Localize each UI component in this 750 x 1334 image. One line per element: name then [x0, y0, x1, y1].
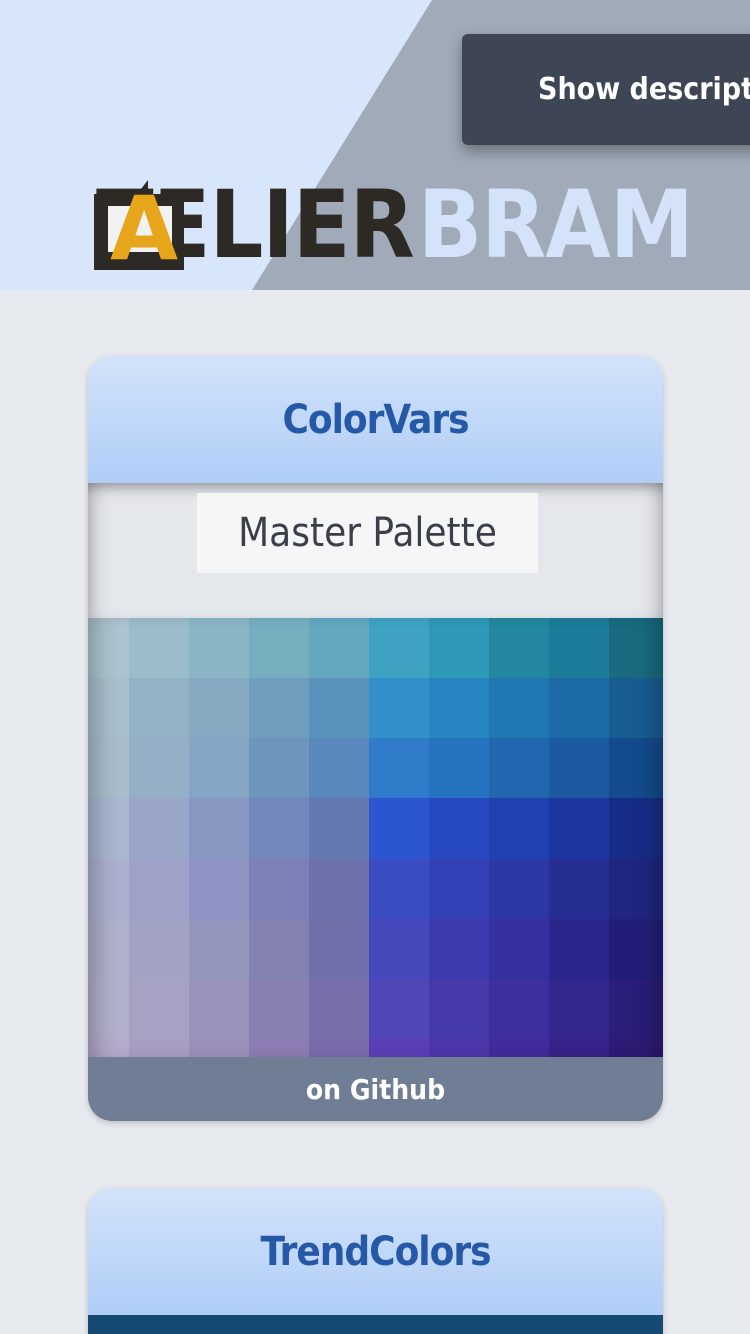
color-swatch[interactable]	[429, 979, 489, 1039]
colorvars-card: ColorVars Master Palette on Github	[88, 356, 663, 1121]
color-swatch[interactable]	[429, 919, 489, 979]
color-swatch[interactable]	[549, 678, 609, 738]
color-swatch[interactable]	[249, 678, 309, 738]
github-link[interactable]: on Github	[88, 1057, 663, 1121]
color-swatch[interactable]	[129, 979, 189, 1039]
color-swatch[interactable]	[429, 738, 489, 798]
color-swatch[interactable]	[369, 678, 429, 738]
color-swatch[interactable]	[369, 1039, 429, 1057]
color-swatch[interactable]	[88, 618, 129, 678]
color-swatch-grid	[88, 618, 663, 1057]
color-swatch[interactable]	[609, 618, 663, 678]
color-swatch[interactable]	[429, 798, 489, 859]
color-swatch[interactable]	[549, 919, 609, 979]
color-swatch[interactable]	[549, 618, 609, 678]
atelierbram-logo[interactable]: A TELIER BRAM	[94, 177, 694, 280]
color-swatch[interactable]	[88, 1039, 129, 1057]
color-swatch[interactable]	[129, 738, 189, 798]
color-swatch[interactable]	[429, 618, 489, 678]
trendcolors-card: TrendColors	[88, 1188, 663, 1334]
show-description-button[interactable]: Show description	[462, 34, 750, 145]
color-swatch[interactable]	[189, 919, 249, 979]
color-swatch[interactable]	[88, 738, 129, 798]
header-banner: Show description A TELIER BRAM	[0, 0, 750, 290]
color-swatch[interactable]	[369, 859, 429, 919]
logo-mark-letter: A	[110, 177, 179, 280]
color-swatch[interactable]	[189, 1039, 249, 1057]
color-swatch[interactable]	[309, 798, 369, 859]
palette-title-area: Master Palette	[88, 483, 663, 618]
color-swatch[interactable]	[309, 919, 369, 979]
color-swatch[interactable]	[249, 979, 309, 1039]
color-swatch[interactable]	[609, 798, 663, 859]
color-swatch[interactable]	[189, 859, 249, 919]
color-swatch[interactable]	[189, 678, 249, 738]
color-swatch[interactable]	[309, 979, 369, 1039]
card-title[interactable]: ColorVars	[88, 356, 663, 483]
color-swatch[interactable]	[88, 859, 129, 919]
color-swatch[interactable]	[369, 979, 429, 1039]
color-swatch[interactable]	[489, 1039, 549, 1057]
card-title[interactable]: TrendColors	[88, 1188, 663, 1315]
color-swatch[interactable]	[129, 798, 189, 859]
color-swatch[interactable]	[549, 798, 609, 859]
color-swatch[interactable]	[249, 919, 309, 979]
color-swatch[interactable]	[129, 919, 189, 979]
color-swatch[interactable]	[309, 618, 369, 678]
color-swatch[interactable]	[609, 979, 663, 1039]
color-swatch[interactable]	[549, 979, 609, 1039]
color-swatch[interactable]	[189, 738, 249, 798]
color-swatch[interactable]	[369, 618, 429, 678]
color-swatch[interactable]	[429, 859, 489, 919]
color-swatch[interactable]	[489, 678, 549, 738]
color-swatch[interactable]	[609, 678, 663, 738]
color-swatch[interactable]	[129, 1039, 189, 1057]
color-swatch[interactable]	[549, 859, 609, 919]
color-swatch[interactable]	[549, 738, 609, 798]
color-swatch[interactable]	[249, 738, 309, 798]
color-swatch[interactable]	[489, 859, 549, 919]
color-swatch[interactable]	[88, 798, 129, 859]
color-swatch[interactable]	[309, 859, 369, 919]
color-swatch[interactable]	[129, 618, 189, 678]
trendcolors-preview	[88, 1315, 663, 1334]
color-swatch[interactable]	[429, 1039, 489, 1057]
color-swatch[interactable]	[609, 859, 663, 919]
color-swatch[interactable]	[129, 678, 189, 738]
color-swatch[interactable]	[609, 738, 663, 798]
color-swatch[interactable]	[249, 798, 309, 859]
color-swatch[interactable]	[609, 1039, 663, 1057]
color-swatch[interactable]	[189, 979, 249, 1039]
logo-word-bram: BRAM	[417, 171, 694, 280]
color-swatch[interactable]	[88, 919, 129, 979]
color-swatch[interactable]	[489, 618, 549, 678]
color-swatch[interactable]	[489, 798, 549, 859]
color-swatch[interactable]	[489, 919, 549, 979]
color-swatch[interactable]	[189, 618, 249, 678]
color-swatch[interactable]	[309, 738, 369, 798]
color-swatch[interactable]	[249, 618, 309, 678]
color-swatch[interactable]	[249, 1039, 309, 1057]
color-swatch[interactable]	[549, 1039, 609, 1057]
color-swatch[interactable]	[249, 859, 309, 919]
color-swatch[interactable]	[189, 798, 249, 859]
color-swatch[interactable]	[88, 678, 129, 738]
color-swatch[interactable]	[369, 798, 429, 859]
color-swatch[interactable]	[369, 919, 429, 979]
color-swatch[interactable]	[429, 678, 489, 738]
color-swatch[interactable]	[489, 738, 549, 798]
color-swatch[interactable]	[129, 859, 189, 919]
color-swatch[interactable]	[88, 979, 129, 1039]
color-swatch[interactable]	[309, 678, 369, 738]
color-swatch[interactable]	[369, 738, 429, 798]
color-swatch[interactable]	[309, 1039, 369, 1057]
color-swatch[interactable]	[489, 979, 549, 1039]
palette-title: Master Palette	[197, 493, 538, 573]
color-swatch[interactable]	[609, 919, 663, 979]
